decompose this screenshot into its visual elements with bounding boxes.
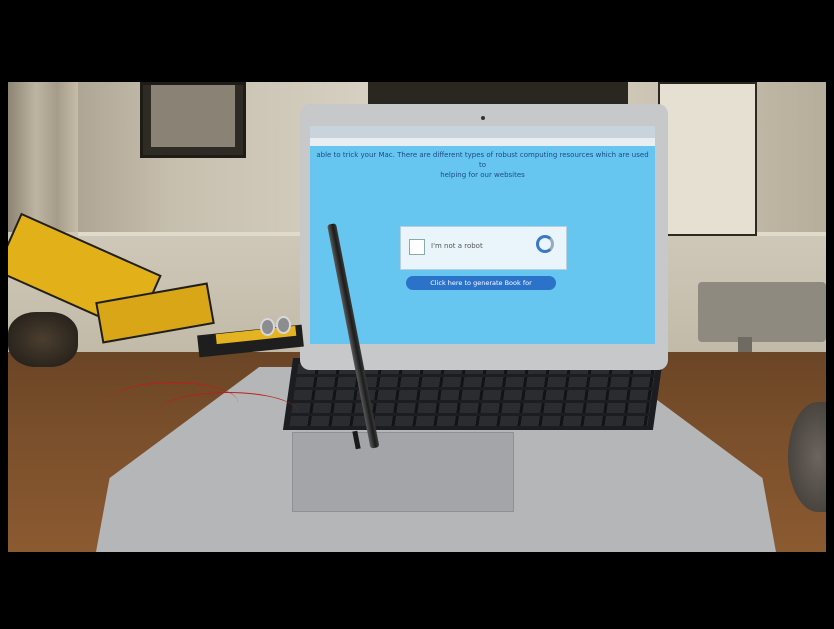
browser-address-bar [310, 138, 655, 146]
recaptcha-label: I'm not a robot [431, 242, 483, 250]
letterbox-top [0, 0, 834, 82]
robot-base [8, 312, 78, 367]
webcam [481, 116, 485, 120]
robot-eye-icon [276, 316, 291, 334]
picture-frame-right [658, 82, 757, 236]
laptop-screen: able to trick your Mac. There are differ… [310, 126, 655, 344]
recaptcha-widget: I'm not a robot [400, 226, 567, 270]
letterbox-bottom [0, 552, 834, 629]
laptop-trackpad [292, 432, 514, 512]
page-text-line-1: able to trick your Mac. There are differ… [316, 151, 649, 169]
picture-frame-left [140, 82, 246, 158]
page-text-line-2: helping for our websites [440, 171, 525, 179]
recaptcha-checkbox [409, 239, 425, 255]
chair [698, 282, 826, 342]
video-frame: able to trick your Mac. There are differ… [8, 82, 826, 552]
robot-eye-icon [260, 318, 275, 336]
robot-wire [158, 392, 298, 433]
generate-button: Click here to generate Book for [406, 276, 556, 290]
page-text: able to trick your Mac. There are differ… [314, 150, 651, 180]
recaptcha-logo-icon [536, 235, 554, 253]
browser-tab-bar [310, 126, 655, 138]
